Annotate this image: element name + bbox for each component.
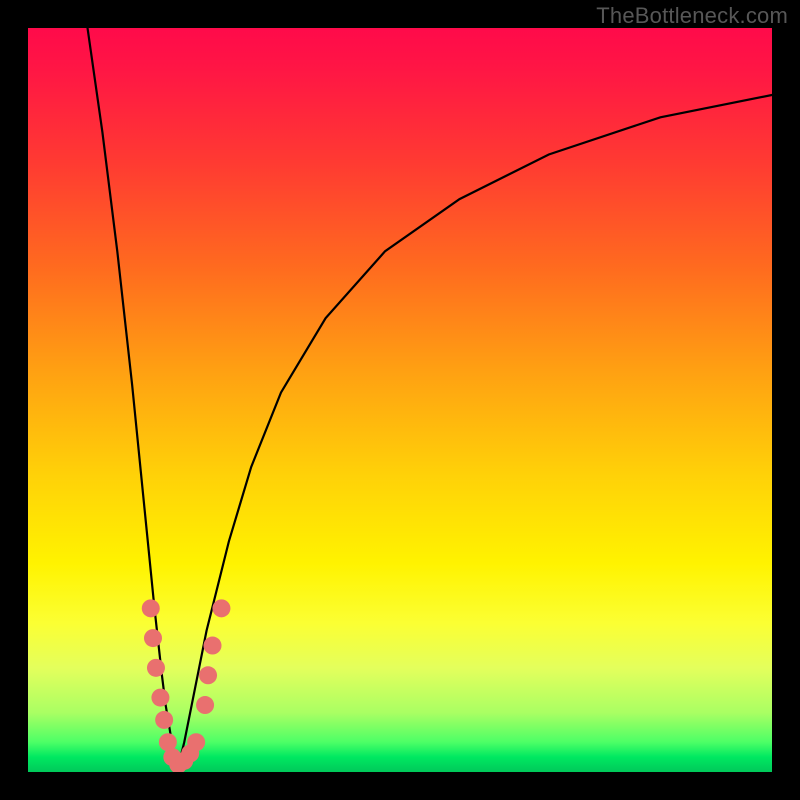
data-marker <box>142 599 160 617</box>
watermark-text: TheBottleneck.com <box>596 3 788 29</box>
data-marker <box>151 689 169 707</box>
data-marker <box>212 599 230 617</box>
data-marker <box>144 629 162 647</box>
data-marker <box>147 659 165 677</box>
curve-layer <box>88 28 772 772</box>
data-marker <box>199 666 217 684</box>
data-marker <box>196 696 214 714</box>
left-branch-curve <box>88 28 177 772</box>
marker-layer <box>142 599 231 772</box>
outer-frame: TheBottleneck.com <box>0 0 800 800</box>
data-marker <box>155 711 173 729</box>
plot-area <box>28 28 772 772</box>
chart-svg <box>28 28 772 772</box>
data-marker <box>187 733 205 751</box>
right-branch-curve <box>177 95 772 772</box>
data-marker <box>204 637 222 655</box>
